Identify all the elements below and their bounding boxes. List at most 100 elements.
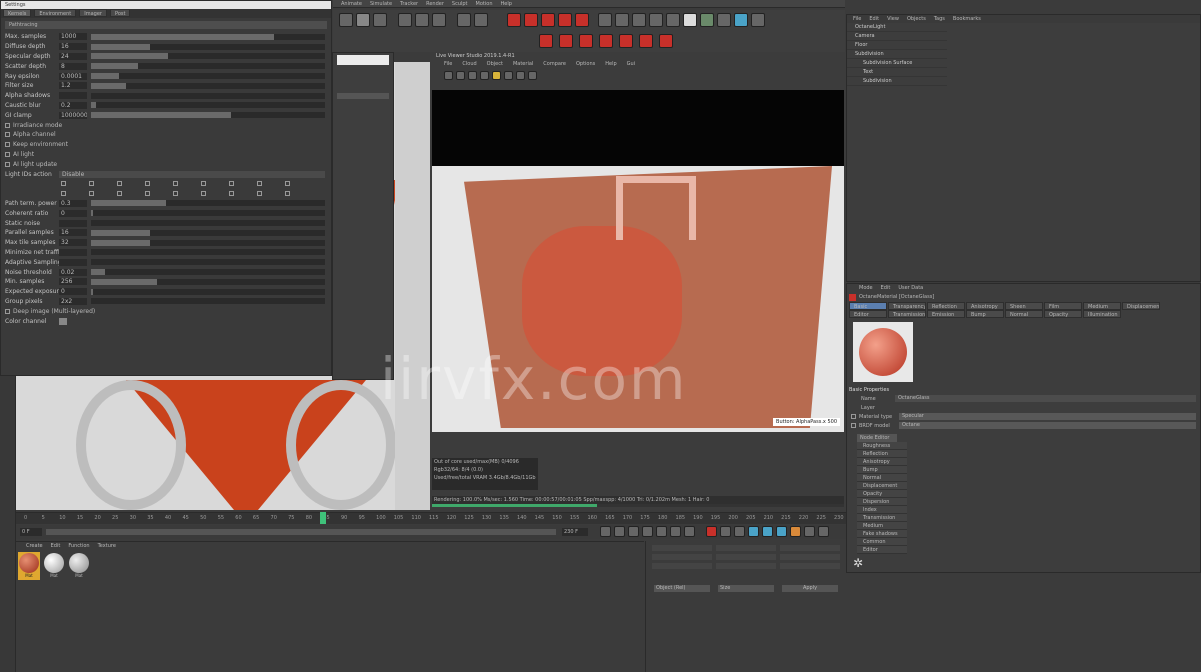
tab-environment[interactable]: Environment (34, 9, 77, 17)
param-slider[interactable] (91, 63, 325, 70)
move-key-icon[interactable] (748, 526, 759, 537)
menu-item[interactable]: View (887, 15, 899, 23)
camera-icon[interactable] (700, 13, 714, 27)
material-tab[interactable]: Reflection (927, 302, 965, 310)
material-tab[interactable]: Sheen Coating (1005, 302, 1043, 310)
key-icon[interactable] (575, 13, 589, 27)
checkbox[interactable] (89, 191, 94, 197)
record-icon[interactable] (639, 34, 653, 48)
coord-mode-dropdown[interactable]: Object (Rel) (654, 585, 710, 592)
checkbox[interactable] (229, 191, 234, 197)
param-slider[interactable] (91, 249, 325, 256)
checkbox[interactable] (851, 423, 856, 428)
next-frame-icon[interactable] (656, 526, 667, 537)
autokey-icon[interactable] (720, 526, 731, 537)
param-value-field[interactable] (59, 92, 87, 100)
menu-item[interactable]: Tracker (400, 0, 418, 7)
prev-key-icon[interactable] (614, 526, 625, 537)
param-slider[interactable] (91, 73, 325, 80)
scale-key-icon[interactable] (776, 526, 787, 537)
light-icon[interactable] (717, 13, 731, 27)
menu-item[interactable]: Help (605, 60, 616, 68)
param-slider[interactable] (91, 269, 325, 276)
param-key-icon[interactable] (790, 526, 801, 537)
menu-item[interactable]: Texture (98, 542, 116, 550)
rotate-key-icon[interactable] (762, 526, 773, 537)
coord-field[interactable] (652, 563, 712, 569)
goto-start-icon[interactable] (600, 526, 611, 537)
param-value-field[interactable]: 32 (59, 239, 87, 247)
goto-end-icon[interactable] (684, 526, 695, 537)
tab-kernels[interactable]: Kernels (3, 9, 32, 17)
param-value-field[interactable]: 24 (59, 52, 87, 60)
param-slider[interactable] (91, 33, 325, 40)
restart-icon[interactable] (456, 70, 465, 80)
octane-icon[interactable] (734, 13, 748, 27)
param-slider[interactable] (91, 220, 325, 227)
record-icon[interactable] (507, 13, 521, 27)
pen-icon[interactable] (615, 13, 629, 27)
checkbox[interactable] (89, 181, 94, 187)
zoom-icon[interactable] (528, 70, 537, 80)
channel-item[interactable]: Opacity (857, 490, 907, 498)
menu-item[interactable]: Tags (934, 15, 945, 23)
floor-icon[interactable] (683, 13, 697, 27)
object-tree-item[interactable]: OctaneLight (847, 23, 947, 32)
coord-field[interactable] (780, 563, 840, 569)
material-tab[interactable]: Emission (927, 310, 965, 318)
checkbox[interactable] (117, 191, 122, 197)
material-tab[interactable]: Displacement (1122, 302, 1160, 310)
material-tab[interactable]: Transparency (888, 302, 926, 310)
checkbox[interactable] (257, 191, 262, 197)
light-ids-dropdown[interactable]: Disable (59, 170, 325, 178)
array-icon[interactable] (649, 13, 663, 27)
end-frame-field[interactable]: 230 F (562, 528, 588, 536)
channel-item[interactable]: Common (857, 538, 907, 546)
param-value-field[interactable]: 1.2 (59, 82, 87, 90)
material-tab[interactable]: Editor (849, 310, 887, 318)
param-slider[interactable] (91, 229, 325, 236)
object-tree-item[interactable]: Subdivision (847, 77, 947, 86)
channel-item[interactable]: Fake shadows (857, 530, 907, 538)
checkbox[interactable] (145, 191, 150, 197)
material-tab[interactable]: Opacity (1044, 310, 1082, 318)
menu-item[interactable]: User Data (898, 284, 923, 292)
param-slider[interactable] (91, 53, 325, 60)
param-slider[interactable] (91, 210, 325, 217)
menu-item[interactable]: Object (487, 60, 503, 68)
checkbox[interactable] (173, 191, 178, 197)
channel-item[interactable]: Editor (857, 546, 907, 554)
rotate-icon[interactable] (432, 13, 446, 27)
material-tab[interactable]: Anisotropy (966, 302, 1004, 310)
channel-item[interactable]: Transmission (857, 514, 907, 522)
size-dropdown[interactable]: Size (718, 585, 774, 592)
undo-icon[interactable] (339, 13, 353, 27)
send-scene-icon[interactable] (444, 70, 453, 80)
region-icon[interactable] (504, 70, 513, 80)
menu-item[interactable]: Function (68, 542, 89, 550)
channel-item[interactable]: Dispersion (857, 498, 907, 506)
material-tab[interactable]: Film (1044, 302, 1082, 310)
node-editor-button[interactable]: Node Editor (857, 434, 897, 442)
record-icon[interactable] (599, 34, 613, 48)
select-icon[interactable] (373, 13, 387, 27)
checkbox[interactable] (61, 181, 66, 187)
menu-item[interactable]: Render (426, 0, 444, 7)
deformer-icon[interactable] (666, 13, 680, 27)
range-slider[interactable] (46, 529, 556, 535)
section-dropdown[interactable]: Pathtracing (5, 21, 327, 29)
menu-item[interactable]: Options (576, 60, 595, 68)
param-value-field[interactable] (59, 248, 87, 256)
menu-item[interactable]: Compare (543, 60, 566, 68)
object-tree-item[interactable]: Floor (847, 41, 947, 50)
menu-item[interactable]: File (853, 15, 861, 23)
param-value-field[interactable]: 0 (59, 209, 87, 217)
checkbox[interactable] (851, 414, 856, 419)
param-slider[interactable] (91, 200, 325, 207)
menu-item[interactable]: Edit (869, 15, 879, 23)
color-swatch[interactable] (59, 317, 67, 325)
material-swatch[interactable]: Mat (43, 552, 65, 580)
redo-icon[interactable] (356, 13, 370, 27)
param-value-field[interactable]: 0 (59, 288, 87, 296)
param-value-field[interactable]: 256 (59, 278, 87, 286)
